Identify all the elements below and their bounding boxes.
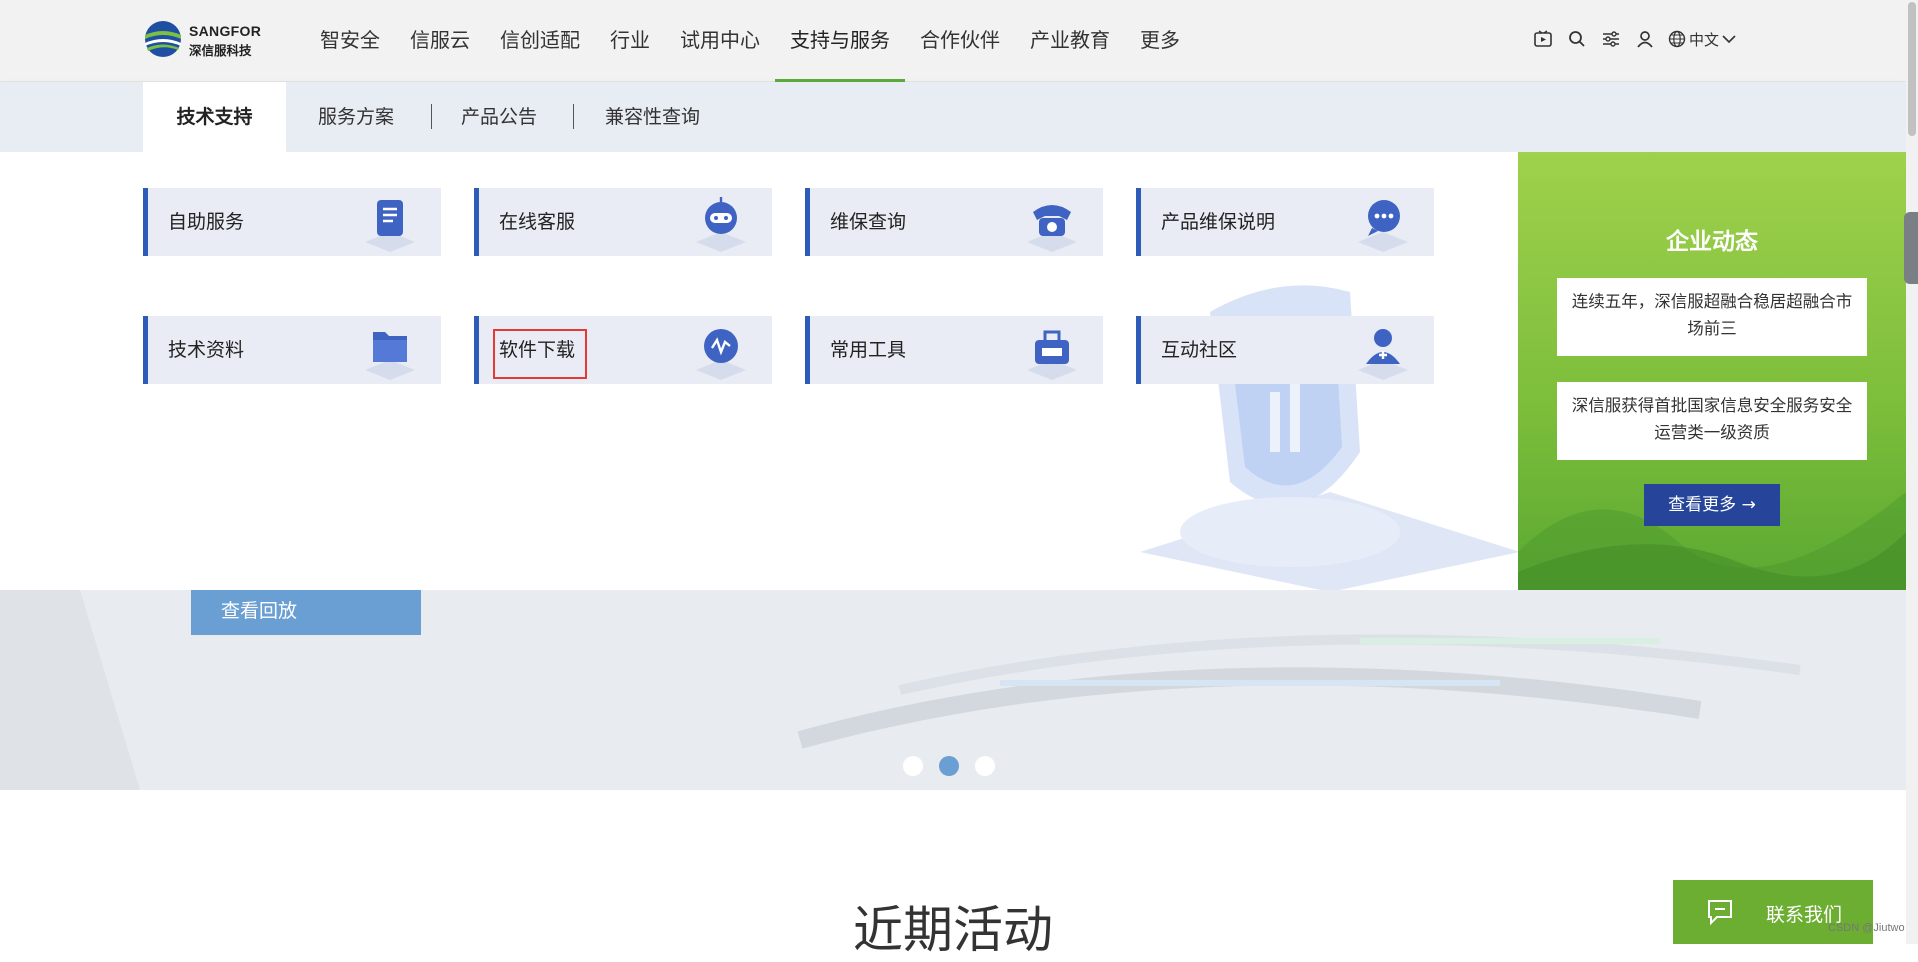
card-warranty-info[interactable]: 产品维保说明 xyxy=(1136,188,1434,256)
sangfor-globe-icon xyxy=(145,21,181,57)
logo-text-en: SANGFOR xyxy=(189,23,262,39)
card-label: 维保查询 xyxy=(830,211,907,233)
nav-item-xinchuang[interactable]: 信创适配 xyxy=(485,0,595,81)
news-title: 企业动态 xyxy=(1666,229,1758,255)
tab-divider xyxy=(573,104,574,129)
tab-service-plans[interactable]: 服务方案 xyxy=(318,82,394,152)
nav-item-industry[interactable]: 行业 xyxy=(595,0,665,81)
toolbox-icon xyxy=(1027,330,1077,380)
header-tools: 中文 xyxy=(1532,28,1736,50)
tab-product-notices[interactable]: 产品公告 xyxy=(461,82,537,152)
card-label: 互动社区 xyxy=(1161,339,1238,361)
user-icon[interactable] xyxy=(1634,28,1656,50)
site-header: SANGFOR 深信服科技 智安全 信服云 信创适配 行业 试用中心 支持与服务… xyxy=(0,0,1906,82)
tab-compatibility[interactable]: 兼容性查询 xyxy=(605,82,700,152)
card-label: 自助服务 xyxy=(168,211,245,233)
robot-icon xyxy=(696,197,746,252)
page-scrollbar[interactable] xyxy=(1906,0,1918,944)
language-label: 中文 xyxy=(1689,30,1720,49)
card-common-tools[interactable]: 常用工具 xyxy=(805,316,1103,384)
main-nav: 智安全 信服云 信创适配 行业 试用中心 支持与服务 合作伙伴 产业教育 更多 xyxy=(305,0,1195,82)
globe-icon xyxy=(1668,30,1686,48)
card-label: 产品维保说明 xyxy=(1161,211,1276,233)
support-subnav: 技术支持 服务方案 产品公告 兼容性查询 xyxy=(0,82,1906,152)
nav-item-more[interactable]: 更多 xyxy=(1125,0,1195,81)
news-item[interactable]: 连续五年，深信服超融合稳居超融合市场前三 xyxy=(1557,278,1867,356)
nav-item-support-service[interactable]: 支持与服务 xyxy=(775,0,905,82)
folder-icon xyxy=(365,332,415,380)
card-label: 技术资料 xyxy=(168,339,245,361)
nav-item-trial-center[interactable]: 试用中心 xyxy=(665,0,775,81)
card-label: 软件下载 xyxy=(499,339,576,361)
community-user-icon xyxy=(1358,329,1408,380)
chat-bubble-icon xyxy=(1358,200,1408,252)
chevron-down-icon xyxy=(1722,35,1736,44)
news-item[interactable]: 深信服获得首批国家信息安全服务安全运营类一级资质 xyxy=(1557,382,1867,460)
csdn-watermark: CSDN @Jiutwo xyxy=(1828,922,1905,934)
watch-replay-button[interactable]: 查看回放 xyxy=(191,590,421,635)
card-warranty-query[interactable]: 维保查询 xyxy=(805,188,1103,256)
sliders-icon[interactable] xyxy=(1600,28,1622,50)
sangfor-logo[interactable]: SANGFOR 深信服科技 xyxy=(143,19,263,59)
side-floating-tab[interactable] xyxy=(1904,212,1918,284)
download-globe-icon xyxy=(696,329,746,380)
shield-illustration xyxy=(1140,285,1518,590)
contact-us-button[interactable]: 联系我们 xyxy=(1673,880,1873,944)
carousel-dots xyxy=(903,756,995,776)
language-switcher[interactable]: 中文 xyxy=(1668,29,1736,50)
view-more-button[interactable]: 查看更多 → xyxy=(1644,484,1780,526)
logo-text-cn: 深信服科技 xyxy=(189,43,252,58)
card-tech-docs[interactable]: 技术资料 xyxy=(143,316,441,384)
card-label: 在线客服 xyxy=(499,211,576,233)
nav-item-education[interactable]: 产业教育 xyxy=(1015,0,1125,81)
chat-icon xyxy=(1708,900,1732,926)
nav-item-smart-security[interactable]: 智安全 xyxy=(305,0,395,81)
document-icon xyxy=(365,200,415,252)
carousel-dot-active[interactable] xyxy=(939,756,959,776)
support-mega-menu: 技术支持 服务方案 产品公告 兼容性查询 自助服务 在线客服 维保查询 产品维保… xyxy=(0,82,1906,590)
card-community[interactable]: 互动社区 xyxy=(1136,316,1434,384)
card-label: 常用工具 xyxy=(830,339,907,361)
tab-divider xyxy=(431,104,432,129)
carousel-dot[interactable] xyxy=(975,756,995,776)
hero-banner: 查看回放 xyxy=(0,590,1906,790)
nav-item-cloud[interactable]: 信服云 xyxy=(395,0,485,81)
card-online-service[interactable]: 在线客服 xyxy=(474,188,772,256)
tab-tech-support[interactable]: 技术支持 xyxy=(143,82,286,152)
nav-item-partners[interactable]: 合作伙伴 xyxy=(905,0,1015,81)
company-news-panel: 企业动态 连续五年，深信服超融合稳居超融合市场前三 深信服获得首批国家信息安全服… xyxy=(1518,152,1906,590)
carousel-dot[interactable] xyxy=(903,756,923,776)
search-icon[interactable] xyxy=(1566,28,1588,50)
telephone-icon xyxy=(1027,205,1077,252)
support-cards-area: 自助服务 在线客服 维保查询 产品维保说明 技术资料 软件下载 常用工具 互动社… xyxy=(0,152,1518,590)
card-software-download[interactable]: 软件下载 xyxy=(474,316,772,384)
scrollbar-thumb[interactable] xyxy=(1908,2,1916,136)
play-screen-icon[interactable] xyxy=(1532,28,1554,50)
card-self-service[interactable]: 自助服务 xyxy=(143,188,441,256)
recent-events-title: 近期活动 xyxy=(853,901,1053,959)
